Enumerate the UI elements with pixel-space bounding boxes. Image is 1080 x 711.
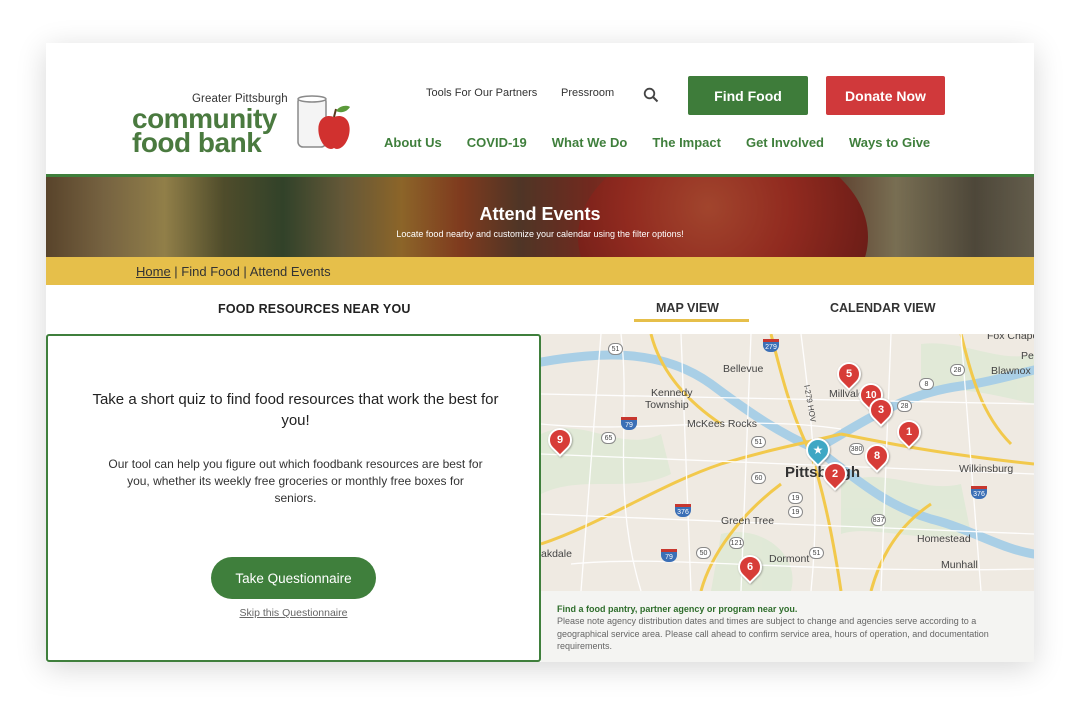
pressroom-link[interactable]: Pressroom [561,87,614,99]
route-shield: 51 [809,547,824,559]
hero-title: Attend Events [479,204,601,224]
take-questionnaire-button[interactable]: Take Questionnaire [211,557,376,599]
tab-map-view[interactable]: MAP VIEW [656,301,719,315]
route-shield: 19 [788,492,803,504]
site-logo[interactable]: Greater Pittsburgh community food bank [132,91,362,161]
map-label-township: Township [645,399,689,411]
map-label-fox-chapel: Fox Chapel [987,334,1034,342]
route-shield: 65 [601,432,616,444]
quiz-description: Our tool can help you figure out which f… [108,457,483,505]
donate-now-button[interactable]: Donate Now [826,76,945,115]
browser-page: Greater Pittsburgh community food bank T… [46,43,1034,662]
skip-questionnaire-link[interactable]: Skip this Questionnaire [48,607,539,619]
map-label-kennedy: Kennedy [651,387,693,399]
map-disclaimer: Find a food pantry, partner agency or pr… [541,591,1034,662]
map-pin-label: 9 [556,434,564,446]
route-shield: 28 [897,400,912,412]
interstate-shield: 376 [971,486,987,499]
breadcrumb-home-link[interactable]: Home [136,264,171,279]
route-shield: 51 [751,436,766,448]
resource-map[interactable]: Bellevue Kennedy Township McKees Rocks M… [541,334,1034,591]
breadcrumb: Home | Find Food | Attend Events [46,257,1034,285]
route-shield: 51 [608,343,623,355]
find-food-button[interactable]: Find Food [688,76,808,115]
breadcrumb-trail: | Find Food | Attend Events [170,263,331,279]
nav-covid-19[interactable]: COVID-19 [467,135,527,150]
quiz-panel: Take a short quiz to find food resources… [46,334,541,662]
nav-the-impact[interactable]: The Impact [652,135,721,150]
map-label-blawnox: Blawnox [991,365,1031,377]
quiz-title: Take a short quiz to find food resources… [92,391,499,429]
nav-about-us[interactable]: About Us [384,135,442,150]
interstate-shield: 279 [763,339,779,352]
route-shield: 121 [729,537,744,549]
route-shield: 28 [950,364,965,376]
main-nav: About Us COVID-19 What We Do The Impact … [384,135,930,150]
search-icon[interactable] [643,87,659,103]
nav-ways-to-give[interactable]: Ways to Give [849,135,930,150]
map-label-pe: Pe [1021,350,1034,362]
map-pin-label: 6 [746,561,754,573]
map-label-dormont: Dormont [769,553,810,565]
route-shield: 380 [849,443,864,455]
food-resources-heading: FOOD RESOURCES NEAR YOU [218,302,411,316]
map-label-oakdale: akdale [541,548,572,560]
hero-subtitle: Locate food nearby and customize your ca… [396,229,684,239]
route-shield: 8 [919,378,934,390]
hero-banner: Attend Events Locate food nearby and cus… [46,177,1034,257]
nav-get-involved[interactable]: Get Involved [746,135,824,150]
route-shield: 19 [788,506,803,518]
tools-for-partners-link[interactable]: Tools For Our Partners [426,87,537,99]
route-shield: 837 [871,514,886,526]
map-label-green-tree: Green Tree [721,515,775,527]
map-pin-label: 1 [905,426,913,438]
logo-line2: food bank [132,127,262,158]
star-icon: ★ [812,443,824,457]
interstate-shield: 79 [621,417,637,430]
map-label-homestead: Homestead [917,533,971,545]
map-pin-label: 3 [877,404,885,416]
map-note-body: Please note agency distribution dates an… [557,616,989,651]
map-pin-label: 5 [845,368,853,380]
interstate-shield: 376 [675,504,691,517]
map-label-bellevue: Bellevue [723,363,764,375]
nav-what-we-do[interactable]: What We Do [552,135,628,150]
route-shield: 60 [751,472,766,484]
map-note-title: Find a food pantry, partner agency or pr… [557,604,798,614]
map-label-wilkinsburg: Wilkinsburg [959,463,1014,475]
map-pin-label: 2 [831,468,839,480]
interstate-shield: 79 [661,549,677,562]
map-pin-label: 8 [873,450,881,462]
active-tab-indicator [634,319,749,322]
tab-calendar-view[interactable]: CALENDAR VIEW [830,301,936,315]
map-label-munhall: Munhall [941,559,978,571]
site-header: Greater Pittsburgh community food bank T… [46,43,1034,177]
map-label-mckees-rocks: McKees Rocks [687,418,758,430]
route-shield: 50 [696,547,711,559]
can-apple-icon [297,95,350,149]
